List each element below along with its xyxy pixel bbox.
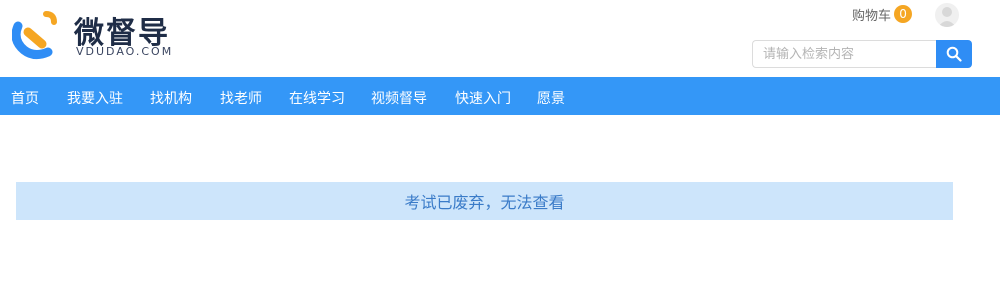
nav-item-find-teacher[interactable]: 找老师 [220,88,262,108]
nav-item-video-supervision[interactable]: 视频督导 [371,88,427,108]
user-icon [938,7,956,27]
site-header: 微督导 VDUDAO.COM 购物车 0 [0,0,1000,77]
search-input[interactable] [752,40,936,68]
cart-link[interactable]: 购物车 0 [852,4,913,24]
main-nav: 首页 我要入驻 找机构 找老师 在线学习 视频督导 快速入门 愿景 [0,77,1000,115]
nav-item-home[interactable]: 首页 [11,88,39,108]
user-avatar[interactable] [935,3,959,27]
nav-item-quick-start[interactable]: 快速入门 [455,88,511,108]
search-icon [946,46,962,62]
nav-item-online-learning[interactable]: 在线学习 [289,88,345,108]
logo-subtitle: VDUDAO.COM [76,45,174,58]
notice-banner: 考试已废弃，无法查看 [16,182,953,220]
cart-count-badge: 0 [894,5,913,23]
nav-item-join[interactable]: 我要入驻 [67,88,123,108]
nav-item-vision[interactable]: 愿景 [537,88,565,108]
search-button[interactable] [936,40,972,68]
cart-label: 购物车 [852,8,892,24]
nav-item-find-institution[interactable]: 找机构 [150,88,192,108]
logo-mark-icon [12,11,57,60]
site-logo[interactable]: 微督导 VDUDAO.COM [12,6,202,62]
notice-text: 考试已废弃，无法查看 [404,193,565,212]
search-box [752,40,972,68]
